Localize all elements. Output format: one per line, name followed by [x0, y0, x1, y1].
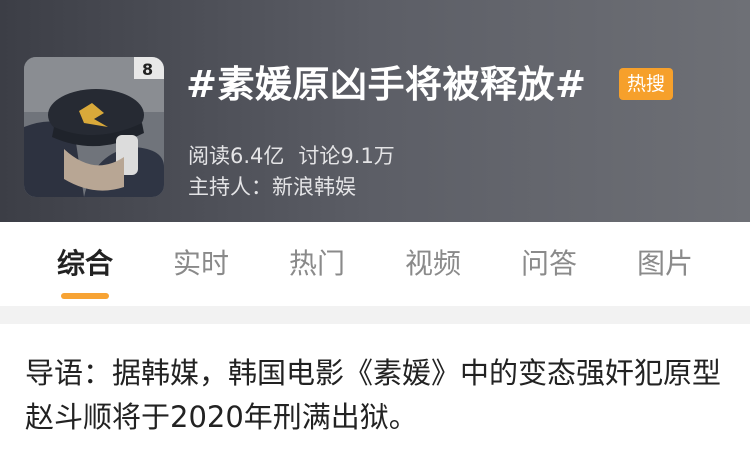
- topic-header: 8 #素媛原凶手将被释放# 热搜 阅读6.4亿 讨论9.1万 主持人：新浪韩娱: [0, 0, 750, 222]
- topic-title: #素媛原凶手将被释放#: [186, 63, 587, 106]
- active-tab-indicator: [61, 293, 109, 299]
- cover-photo-icon: 8: [24, 57, 164, 197]
- topic-host: 主持人：新浪韩娱: [188, 175, 356, 199]
- read-count: 阅读6.4亿: [188, 144, 285, 168]
- topic-stats: 阅读6.4亿 讨论9.1万: [188, 141, 395, 171]
- tab-images[interactable]: 图片: [607, 222, 723, 306]
- guide-card: 导语：据韩媒，韩国电影《素媛》中的变态强奸犯原型赵斗顺将于2020年刑满出狱。: [0, 324, 750, 472]
- hot-badge: 热搜: [619, 68, 673, 100]
- tab-video[interactable]: 视频: [375, 222, 491, 306]
- tab-hot[interactable]: 热门: [259, 222, 375, 306]
- tab-qa[interactable]: 问答: [491, 222, 607, 306]
- tab-bar: 综合 实时 热门 视频 问答 图片: [0, 222, 750, 306]
- guide-text: 导语：据韩媒，韩国电影《素媛》中的变态强奸犯原型赵斗顺将于2020年刑满出狱。: [25, 356, 722, 434]
- topic-cover-image[interactable]: 8: [24, 57, 164, 197]
- discussion-count: 讨论9.1万: [298, 144, 395, 168]
- svg-text:8: 8: [142, 60, 153, 79]
- tab-realtime[interactable]: 实时: [143, 222, 259, 306]
